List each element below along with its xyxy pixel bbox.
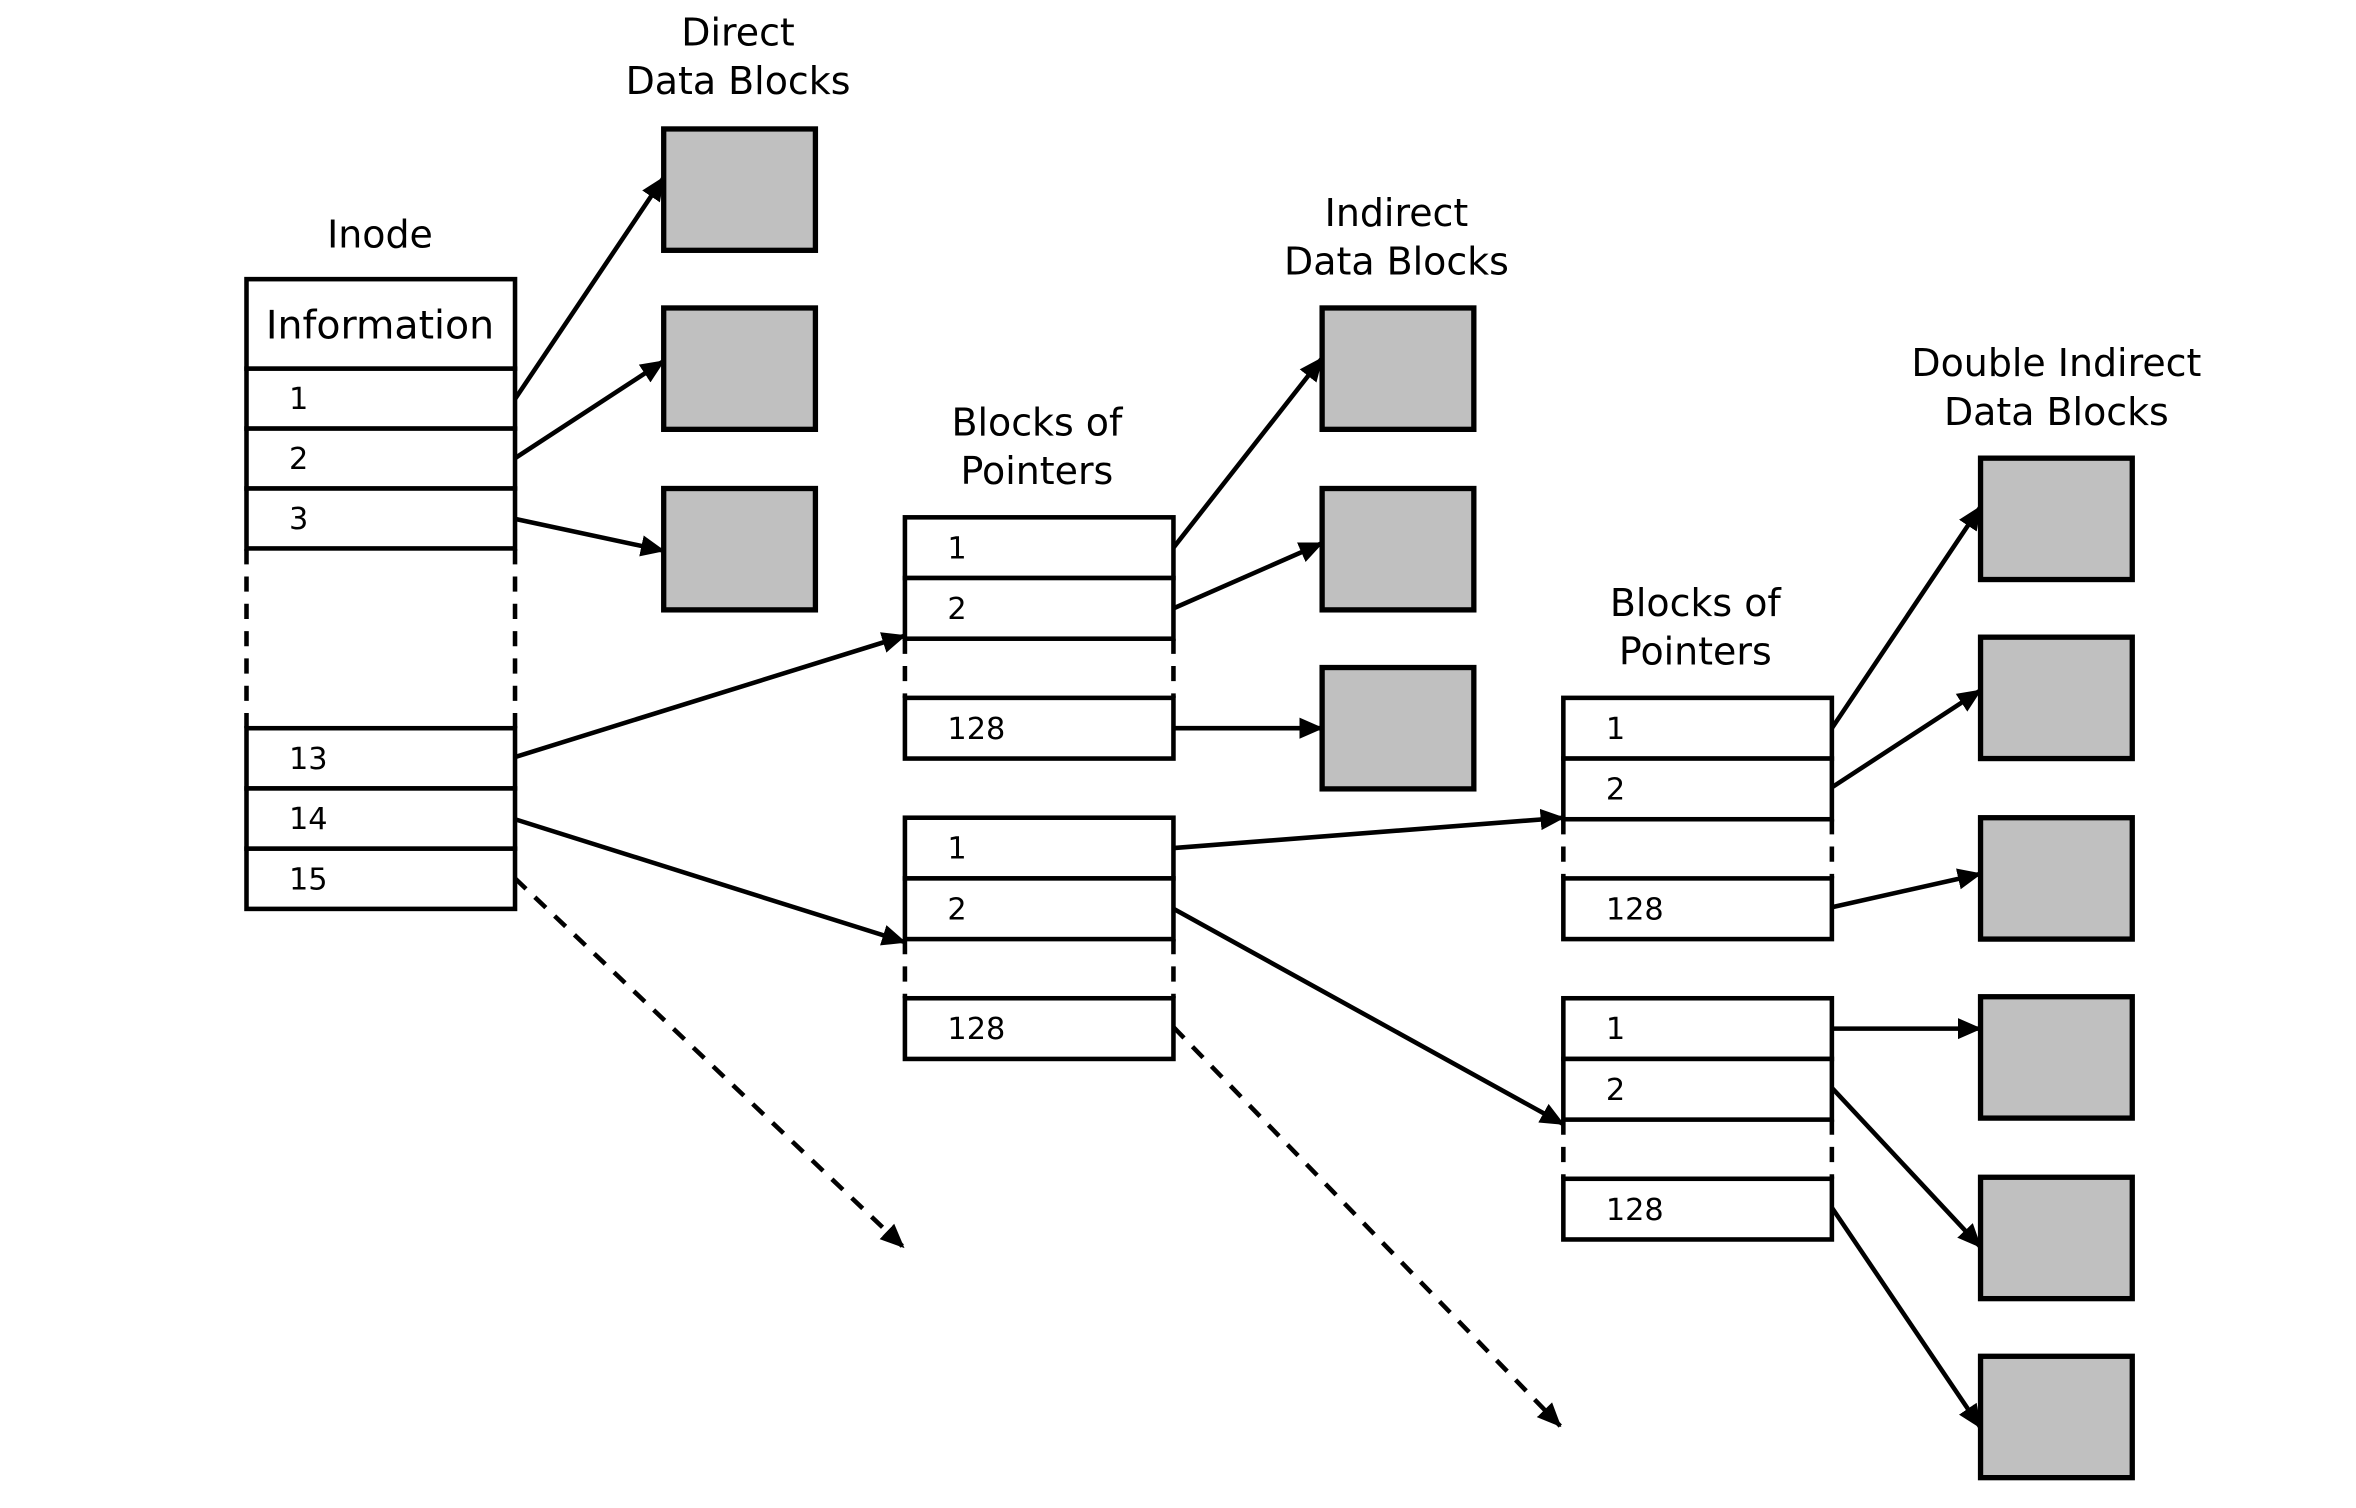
double-indirect-data-block-6 xyxy=(1977,1353,2135,1481)
pointer-block-d-entry-1-label: 1 xyxy=(1606,1012,1625,1047)
pointers-1-label: Pointers xyxy=(961,449,1114,493)
pointer-block-c-entry-2-label: 2 xyxy=(1606,773,1625,808)
pointers-2-label: Blocks of xyxy=(1610,581,1783,625)
pointer-arrow xyxy=(1172,906,1565,1127)
pointer-block-b-entry-2-label: 2 xyxy=(947,892,966,927)
continuation-arrow xyxy=(1171,1025,1562,1428)
double-indirect-data-block-5 xyxy=(1977,1174,2135,1302)
pointer-arrow xyxy=(1829,1206,1983,1429)
direct-data-block-3 xyxy=(661,485,819,613)
double-indirect-label: Double Indirect xyxy=(1911,341,2201,385)
pointer-arrow xyxy=(514,632,907,760)
direct-data-block-2 xyxy=(661,305,819,432)
pointer-block-a-entry-1 xyxy=(902,515,1176,581)
pointer-arrow xyxy=(1171,356,1324,550)
pointer-block-c-entry-1-label: 1 xyxy=(1606,712,1625,747)
pointer-block-c-entry-128-label: 128 xyxy=(1606,892,1664,927)
inode-information-label: Information xyxy=(266,302,494,348)
pointer-block-a-entry-2-label: 2 xyxy=(947,592,966,627)
inode-label: Inode xyxy=(327,212,433,256)
pointer-block-b-entry-1 xyxy=(902,815,1176,881)
double-indirect-data-block-1 xyxy=(1977,455,2135,583)
inode-entry-13-label: 13 xyxy=(289,742,328,777)
direct-label: Direct xyxy=(681,11,795,55)
inode-entry-15-label: 15 xyxy=(289,862,328,897)
indirect-data-block-2 xyxy=(1319,485,1477,613)
pointer-block-a-entry-128 xyxy=(902,695,1176,761)
pointer-block-a-entry-128-label: 128 xyxy=(947,712,1005,747)
indirect-data-block-3 xyxy=(1319,664,1477,792)
pointer-arrow xyxy=(513,176,666,401)
pointer-block-d-entry-128-label: 128 xyxy=(1606,1193,1664,1228)
pointer-arrow xyxy=(513,359,665,461)
pointers-2-label: Pointers xyxy=(1619,629,1772,673)
continuation-arrow xyxy=(513,876,905,1249)
double-indirect-data-block-3 xyxy=(1977,815,2135,942)
indirect-data-block-1 xyxy=(1319,305,1477,432)
pointer-block-d-entry-2-label: 2 xyxy=(1606,1073,1625,1108)
pointer-block-c-entry-1 xyxy=(1561,695,1835,761)
pointer-block-c-entry-128 xyxy=(1561,876,1835,942)
double-indirect-data-block-2 xyxy=(1977,634,2135,762)
pointer-arrow xyxy=(1831,868,1983,910)
inode-entry-1-label: 1 xyxy=(289,382,308,417)
pointer-arrow xyxy=(1829,505,1983,730)
inode-entry-1 xyxy=(244,366,518,431)
direct-label: Data Blocks xyxy=(626,59,851,103)
inode-entry-2 xyxy=(244,426,518,491)
pointer-arrow xyxy=(1172,541,1324,611)
pointer-arrow xyxy=(1173,808,1565,851)
pointer-block-d-entry-128 xyxy=(1561,1176,1835,1242)
pointer-block-b-entry-2 xyxy=(902,876,1176,942)
pointers-1-label: Blocks of xyxy=(951,400,1124,444)
inode-entry-14 xyxy=(244,786,518,851)
direct-data-block-1 xyxy=(661,126,819,253)
double-indirect-data-block-4 xyxy=(1977,994,2135,1121)
pointer-arrow xyxy=(514,817,907,946)
pointer-block-a-entry-1-label: 1 xyxy=(947,531,966,566)
pointer-block-b-entry-128 xyxy=(902,995,1176,1062)
pointer-block-d-entry-1 xyxy=(1561,995,1835,1062)
indirect-label: Data Blocks xyxy=(1284,240,1509,284)
inode-entry-13 xyxy=(244,725,518,791)
inode-block-diagram: DirectData BlocksInodeBlocks ofPointersI… xyxy=(244,11,2201,1481)
inode-entry-15 xyxy=(244,846,518,912)
indirect-label: Indirect xyxy=(1325,191,1469,235)
inode-entry-14-label: 14 xyxy=(289,802,328,837)
inode-entry-2-label: 2 xyxy=(289,442,308,477)
pointer-arrow xyxy=(514,516,666,557)
pointer-arrow xyxy=(1830,1086,1983,1249)
pointer-block-b-entry-128-label: 128 xyxy=(947,1012,1005,1047)
pointer-arrow xyxy=(1830,688,1982,790)
pointer-block-a-entry-2 xyxy=(902,575,1176,641)
pointer-block-c-entry-2 xyxy=(1561,756,1835,822)
double-indirect-label: Data Blocks xyxy=(1944,390,2169,434)
inode-entry-3-label: 3 xyxy=(289,502,308,537)
pointer-block-d-entry-2 xyxy=(1561,1056,1835,1122)
inode-entry-3 xyxy=(244,486,518,551)
pointer-block-b-entry-1-label: 1 xyxy=(947,832,966,867)
